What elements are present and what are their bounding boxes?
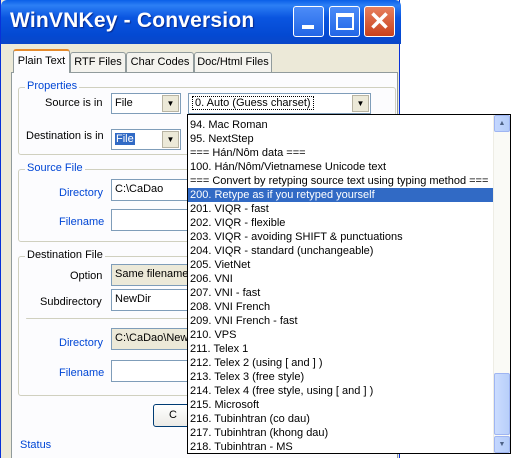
charset-option[interactable]: 209. VNI French - fast (188, 314, 494, 328)
minimize-button[interactable] (293, 6, 324, 37)
maximize-button[interactable] (329, 6, 360, 37)
scrollbar-thumb[interactable] (494, 373, 510, 435)
dropdown-scrollbar[interactable]: ▲ ▼ (493, 115, 510, 453)
charset-option[interactable]: 218. Tubinhtran - MS (188, 440, 494, 454)
destination-filename-input[interactable] (111, 360, 191, 382)
charset-option[interactable]: 215. Microsoft (188, 398, 494, 412)
scroll-up-button[interactable]: ▲ (494, 115, 510, 132)
charset-option[interactable]: 201. VIQR - fast (188, 202, 494, 216)
scroll-down-button[interactable]: ▼ (494, 436, 510, 453)
chevron-down-icon[interactable]: ▼ (162, 131, 179, 148)
charset-option[interactable]: 206. VNI (188, 272, 494, 286)
destination-file-group-label: Destination File (25, 249, 105, 261)
charset-option[interactable]: 202. VIQR - flexible (188, 216, 494, 230)
source-is-in-select[interactable]: File ▼ (111, 93, 181, 114)
charset-option[interactable]: 211. Telex 1 (188, 342, 494, 356)
tab-doc-html-files[interactable]: Doc/Html Files (194, 52, 272, 72)
charset-value: 0. Auto (Guess charset) (192, 96, 314, 110)
charset-dropdown-list[interactable]: 94. Mac Roman 95. NextStep === Hán/Nôm dat… (187, 114, 511, 454)
destination-is-in-select[interactable]: File ▼ (111, 129, 181, 150)
source-file-group-label: Source File (25, 162, 85, 174)
charset-option[interactable]: 213. Telex 3 (free style) (188, 370, 494, 384)
destination-is-in-label: Destination is in (26, 130, 104, 142)
properties-group-label: Properties (25, 80, 80, 92)
destination-is-in-value: File (115, 133, 135, 145)
tab-plain-text[interactable]: Plain Text (13, 49, 70, 73)
source-is-in-value: File (115, 97, 133, 109)
tab-rtf-files[interactable]: RTF Files (70, 52, 126, 72)
option-select[interactable]: Same filename, (111, 264, 191, 286)
minimize-icon (302, 25, 314, 29)
maximize-icon (336, 13, 354, 30)
subdirectory-label: Subdirectory (40, 296, 102, 308)
charset-option[interactable]: 210. VPS (188, 328, 494, 342)
charset-option[interactable]: 208. VNI French (188, 300, 494, 314)
source-directory-label[interactable]: Directory (59, 187, 103, 199)
window-title: WinVNKey - Conversion (10, 9, 255, 32)
destination-directory-input[interactable]: C:\CaDao\New (111, 328, 191, 350)
charset-option[interactable]: === Convert by retyping source text usin… (188, 174, 494, 188)
charset-option[interactable]: 214. Telex 4 (free style, using [ and ] … (188, 384, 494, 398)
destination-directory-label[interactable]: Directory (59, 337, 103, 349)
status-label: Status (20, 439, 52, 451)
charset-option[interactable]: === Hán/Nôm data === (188, 146, 494, 160)
source-directory-input[interactable]: C:\CaDao (111, 179, 191, 201)
subdirectory-input[interactable]: NewDir (111, 289, 191, 311)
charset-option[interactable]: 207. VNI - fast (188, 286, 494, 300)
charset-option[interactable]: 217. Tubinhtran (khong dau) (188, 426, 494, 440)
source-filename-input[interactable] (111, 209, 191, 231)
charset-option[interactable]: 95. NextStep (188, 132, 494, 146)
close-button[interactable]: ✕ (364, 6, 395, 37)
charset-option[interactable]: 203. VIQR - avoiding SHIFT & punctuation… (188, 230, 494, 244)
charset-option[interactable]: 216. Tubinhtran (co dau) (188, 412, 494, 426)
charset-select[interactable]: 0. Auto (Guess charset) ▼ (188, 93, 371, 114)
title-bar[interactable]: WinVNKey - Conversion ✕ (1, 0, 401, 44)
option-label: Option (70, 270, 103, 282)
charset-option[interactable]: 212. Telex 2 (using [ and ] ) (188, 356, 494, 370)
destination-filename-label[interactable]: Filename (59, 367, 104, 379)
charset-option[interactable]: 94. Mac Roman (188, 118, 494, 132)
charset-options: 94. Mac Roman 95. NextStep === Hán/Nôm dat… (188, 118, 494, 454)
charset-option[interactable]: 200. Retype as if you retyped yourself (188, 188, 494, 202)
source-filename-label[interactable]: Filename (59, 216, 104, 228)
charset-option[interactable]: 204. VIQR - standard (unchangeable) (188, 244, 494, 258)
charset-option[interactable]: 100. Hán/Nôm/Vietnamese Unicode text (188, 160, 494, 174)
tab-char-codes[interactable]: Char Codes (126, 52, 194, 72)
chevron-down-icon[interactable]: ▼ (352, 95, 369, 112)
charset-option[interactable]: 205. VietNet (188, 258, 494, 272)
close-icon: ✕ (368, 6, 391, 36)
source-is-in-label: Source is in (45, 97, 103, 109)
chevron-down-icon[interactable]: ▼ (162, 95, 179, 112)
